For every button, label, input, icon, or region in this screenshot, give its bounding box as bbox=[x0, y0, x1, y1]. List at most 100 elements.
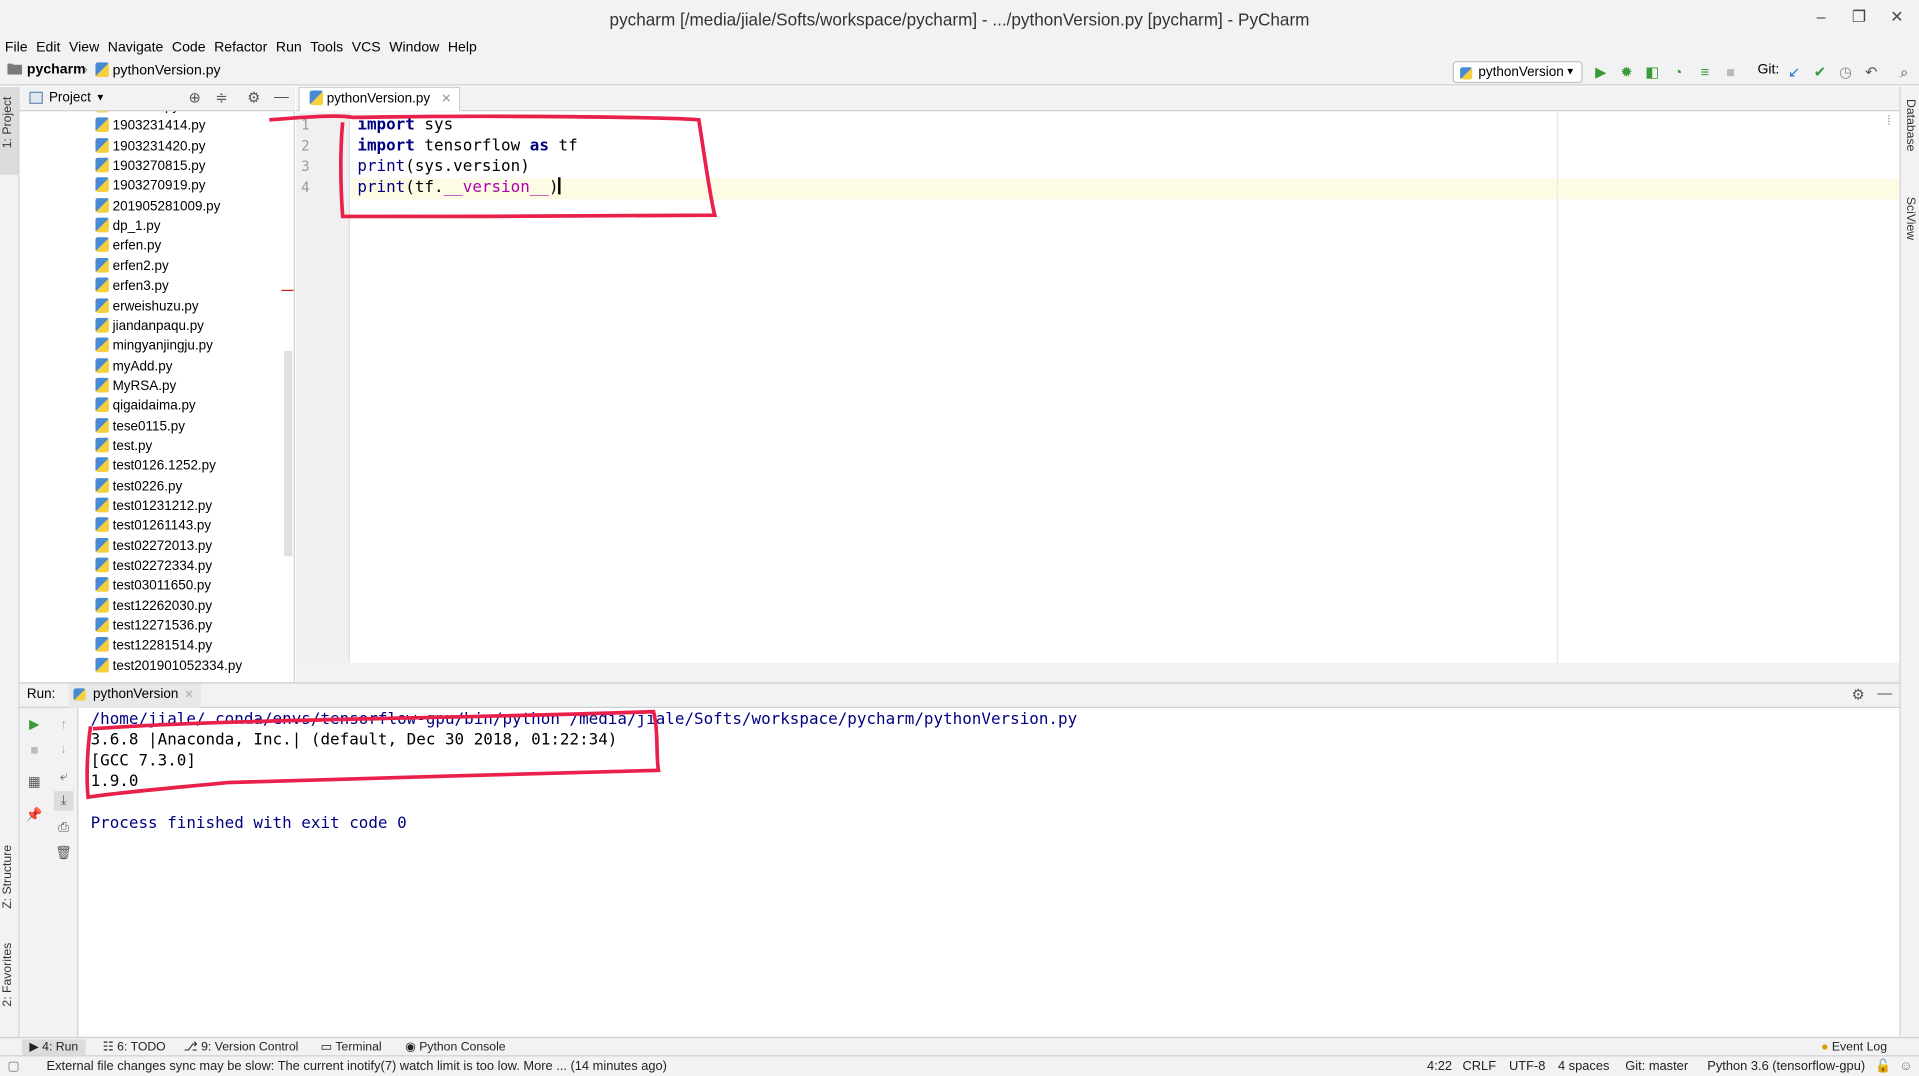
file-encoding[interactable]: UTF-8 bbox=[1509, 1059, 1545, 1075]
menu-code[interactable]: Code bbox=[167, 37, 209, 59]
menu-tools[interactable]: Tools bbox=[305, 37, 346, 59]
status-message[interactable]: External file changes sync may be slow: … bbox=[47, 1059, 667, 1075]
project-file-item[interactable]: qigaidaima.py bbox=[95, 396, 196, 416]
project-file-item[interactable]: test201901052334.py bbox=[95, 656, 242, 676]
line-separator[interactable]: CRLF bbox=[1463, 1059, 1497, 1075]
project-file-item[interactable]: test03011650.py bbox=[95, 576, 211, 596]
project-file-item[interactable]: dp_1.py bbox=[95, 217, 161, 237]
maximize-icon[interactable]: ❐ bbox=[1844, 7, 1873, 31]
project-file-item[interactable]: 1903231420.py bbox=[95, 137, 205, 157]
close-icon[interactable]: ✕ bbox=[1882, 7, 1911, 31]
project-file-item[interactable]: test12281514.py bbox=[95, 636, 212, 656]
project-file-item[interactable]: myAdd.py bbox=[95, 356, 172, 376]
project-file-item[interactable]: 201903..py bbox=[95, 111, 179, 116]
arrow-down-icon[interactable]: ↓ bbox=[54, 740, 74, 760]
tab-pythonversion[interactable]: pythonVersion.py ✕ bbox=[298, 86, 460, 112]
profile-icon[interactable]: ◔ bbox=[1668, 62, 1688, 82]
tab-terminal[interactable]: ▭ Terminal bbox=[321, 1039, 382, 1055]
tab-structure[interactable]: Z: Structure bbox=[1, 845, 14, 909]
status-toggle-icon[interactable]: ▢ bbox=[7, 1059, 19, 1075]
project-file-item[interactable]: 1903231414.py bbox=[95, 117, 205, 137]
print-icon[interactable]: ⎙ bbox=[54, 818, 74, 838]
menu-window[interactable]: Window bbox=[384, 37, 443, 59]
trash-icon[interactable]: 🗑 bbox=[54, 844, 74, 864]
project-file-item[interactable]: erfen2.py bbox=[95, 257, 169, 277]
stop-icon[interactable]: ■ bbox=[24, 741, 44, 761]
project-file-item[interactable]: test02272334.py bbox=[95, 556, 212, 576]
run-tab[interactable]: pythonVersion ✕ bbox=[68, 683, 202, 708]
search-icon[interactable]: ⌕ bbox=[1895, 62, 1915, 82]
project-file-item[interactable]: test0126.1252.py bbox=[95, 456, 216, 476]
breadcrumb-project[interactable]: pycharm bbox=[27, 62, 86, 77]
gear-icon[interactable]: ⚙ bbox=[1852, 686, 1865, 703]
indent-setting[interactable]: 4 spaces bbox=[1558, 1059, 1609, 1075]
menu-help[interactable]: Help bbox=[443, 37, 481, 59]
tab-sciview[interactable]: SciView bbox=[1903, 197, 1916, 240]
python-interpreter[interactable]: Python 3.6 (tensorflow-gpu) bbox=[1707, 1059, 1865, 1075]
tab-todo[interactable]: ☷ 6: TODO bbox=[103, 1039, 166, 1055]
pin-icon[interactable]: 📌 bbox=[24, 806, 44, 826]
menu-view[interactable]: View bbox=[64, 37, 103, 59]
close-tab-icon[interactable]: ✕ bbox=[184, 688, 193, 700]
git-branch[interactable]: Git: master bbox=[1625, 1059, 1688, 1075]
git-update-icon[interactable]: ↙ bbox=[1784, 62, 1804, 82]
coverage-icon[interactable]: ◧ bbox=[1642, 62, 1662, 82]
menu-navigate[interactable]: Navigate bbox=[103, 37, 167, 59]
restore-layout-icon[interactable]: ▦ bbox=[24, 773, 44, 793]
caret-position[interactable]: 4:22 bbox=[1427, 1059, 1452, 1075]
tab-version-control[interactable]: ⎇ 9: Version Control bbox=[184, 1039, 299, 1055]
hide-icon[interactable]: — bbox=[1877, 685, 1892, 702]
project-file-item[interactable]: 201905281009.py bbox=[95, 197, 220, 217]
hide-icon[interactable]: — bbox=[274, 88, 289, 105]
tab-project[interactable]: 1: Project bbox=[1, 97, 14, 149]
debug-icon[interactable]: ✹ bbox=[1617, 62, 1637, 82]
inspection-icon[interactable]: ⁞ bbox=[1887, 115, 1890, 128]
project-file-item[interactable]: MyRSA.py bbox=[95, 376, 176, 396]
lock-icon[interactable]: 🔓 bbox=[1875, 1059, 1891, 1075]
project-view-select[interactable]: Project bbox=[49, 90, 91, 105]
project-file-item[interactable]: test01231212.py bbox=[95, 496, 212, 516]
code-editor[interactable]: import sys import tensorflow as tf print… bbox=[351, 112, 1900, 663]
history-icon[interactable]: ◷ bbox=[1836, 62, 1856, 82]
close-tab-icon[interactable]: ✕ bbox=[441, 93, 451, 106]
run-icon[interactable]: ▶ bbox=[1591, 62, 1611, 82]
soft-wrap-icon[interactable]: ⤶ bbox=[54, 767, 74, 787]
gear-icon[interactable]: ⚙ bbox=[247, 89, 260, 106]
rerun-icon[interactable]: ▶ bbox=[24, 715, 44, 735]
project-file-item[interactable]: test12271536.py bbox=[95, 616, 212, 636]
project-file-item[interactable]: erfen.py bbox=[95, 237, 161, 257]
git-commit-icon[interactable]: ✔ bbox=[1810, 62, 1830, 82]
project-file-item[interactable]: test.py bbox=[95, 436, 152, 456]
minimize-icon[interactable]: – bbox=[1806, 7, 1835, 31]
rollback-icon[interactable]: ↶ bbox=[1861, 62, 1881, 82]
menu-run[interactable]: Run bbox=[271, 37, 305, 59]
tab-run[interactable]: ▶ 4: Run bbox=[22, 1039, 86, 1056]
collapse-all-icon[interactable]: ≑ bbox=[215, 89, 227, 106]
scroll-to-end-icon[interactable]: ⤓ bbox=[53, 791, 74, 811]
menu-vcs[interactable]: VCS bbox=[347, 37, 385, 59]
project-file-item[interactable]: test02272013.py bbox=[95, 536, 212, 556]
project-file-item[interactable]: jiandanpaqu.py bbox=[95, 316, 204, 336]
menu-file[interactable]: File bbox=[0, 37, 31, 59]
menu-edit[interactable]: Edit bbox=[31, 37, 64, 59]
project-file-item[interactable]: test01261143.py bbox=[95, 516, 211, 536]
tab-database[interactable]: Database bbox=[1903, 99, 1916, 151]
project-file-item[interactable]: test0226.py bbox=[95, 476, 182, 496]
arrow-up-icon[interactable]: ↑ bbox=[54, 715, 74, 735]
project-file-item[interactable]: tese0115.py bbox=[95, 416, 185, 436]
project-file-item[interactable]: 1903270815.py bbox=[95, 157, 205, 177]
tab-favorites[interactable]: 2: Favorites bbox=[1, 943, 14, 1007]
project-file-item[interactable]: 1903270919.py bbox=[95, 177, 205, 197]
breadcrumb-file[interactable]: pythonVersion.py bbox=[95, 62, 221, 78]
run-configuration-select[interactable]: pythonVersion ▼ bbox=[1452, 61, 1583, 84]
chevron-down-icon[interactable]: ▼ bbox=[95, 92, 105, 103]
event-log-button[interactable]: ● Event Log bbox=[1821, 1039, 1887, 1055]
concurrency-icon[interactable]: ≡ bbox=[1695, 62, 1715, 82]
project-file-item[interactable]: test12262030.py bbox=[95, 596, 212, 616]
project-file-item[interactable]: erweishuzu.py bbox=[95, 297, 199, 317]
project-file-item[interactable]: erfen3.py bbox=[95, 277, 169, 297]
project-file-item[interactable]: mingyanjingju.py bbox=[95, 336, 213, 356]
project-scrollbar[interactable] bbox=[283, 350, 293, 557]
scroll-from-source-icon[interactable]: ⊕ bbox=[188, 89, 200, 106]
menu-refactor[interactable]: Refactor bbox=[209, 37, 271, 59]
